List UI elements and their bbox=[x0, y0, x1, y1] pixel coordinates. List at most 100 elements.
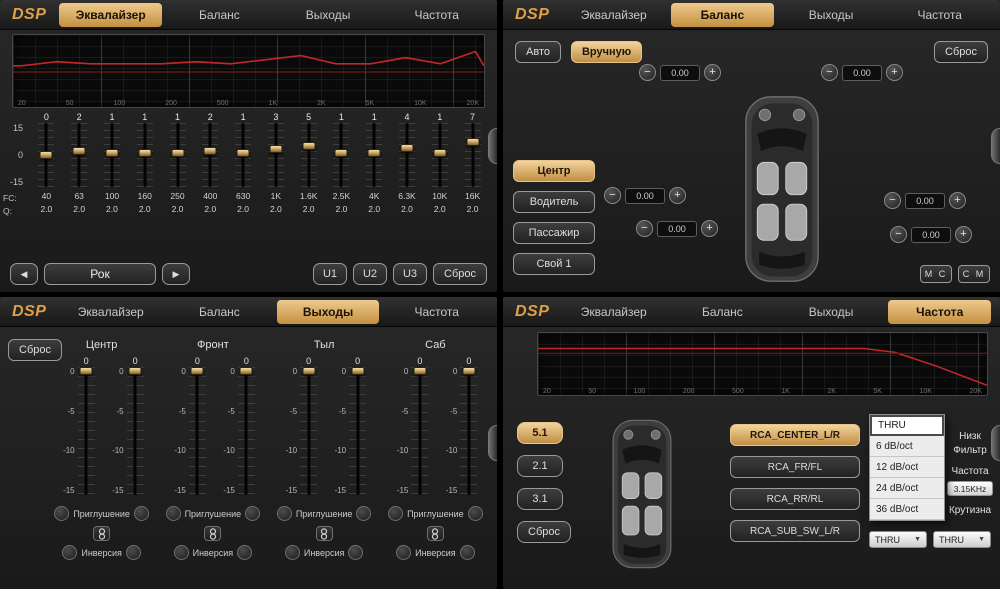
tab-frequency[interactable]: Частота bbox=[385, 300, 488, 324]
mc-button[interactable]: M C bbox=[920, 265, 952, 283]
mute-toggle-left[interactable] bbox=[388, 506, 403, 521]
manual-mode-button[interactable]: Вручную bbox=[571, 41, 642, 63]
invert-toggle-right[interactable] bbox=[126, 545, 141, 560]
invert-toggle-left[interactable] bbox=[285, 545, 300, 560]
eq-slider-knob[interactable] bbox=[73, 147, 86, 155]
link-channels-button[interactable] bbox=[93, 526, 110, 541]
eq-slider-knob[interactable] bbox=[40, 151, 53, 159]
tab-outputs[interactable]: Выходы bbox=[277, 3, 380, 27]
output-level-slider[interactable] bbox=[349, 367, 366, 495]
mute-toggle-left[interactable] bbox=[54, 506, 69, 521]
tab-equalizer[interactable]: Эквалайзер bbox=[59, 3, 162, 27]
tab-outputs[interactable]: Выходы bbox=[780, 300, 883, 324]
outputs-reset-button[interactable]: Сброс bbox=[8, 339, 62, 361]
tab-balance[interactable]: Баланс bbox=[671, 300, 774, 324]
increase-button[interactable]: + bbox=[949, 192, 966, 209]
slope-option[interactable]: 36 dB/oct bbox=[870, 499, 944, 520]
tab-frequency[interactable]: Частота bbox=[888, 3, 991, 27]
output-level-slider[interactable] bbox=[460, 367, 477, 495]
slope-option[interactable]: THRU bbox=[870, 415, 944, 436]
drawer-handle[interactable] bbox=[991, 425, 1000, 461]
slope-option[interactable]: 6 dB/oct bbox=[870, 436, 944, 457]
tab-balance[interactable]: Баланс bbox=[168, 300, 271, 324]
decrease-button[interactable]: − bbox=[884, 192, 901, 209]
invert-toggle-right[interactable] bbox=[237, 545, 252, 560]
mute-toggle-right[interactable] bbox=[468, 506, 483, 521]
user-preset-1-button[interactable]: U1 bbox=[313, 263, 347, 285]
eq-slider-knob[interactable] bbox=[105, 149, 118, 157]
invert-toggle-left[interactable] bbox=[62, 545, 77, 560]
tab-outputs[interactable]: Выходы bbox=[780, 3, 883, 27]
slope-option[interactable]: 12 dB/oct bbox=[870, 457, 944, 478]
eq-band-slider[interactable] bbox=[137, 123, 153, 187]
user-preset-3-button[interactable]: U3 bbox=[393, 263, 427, 285]
eq-band-slider[interactable] bbox=[104, 123, 120, 187]
position-passenger-button[interactable]: Пассажир bbox=[513, 222, 595, 244]
link-channels-button[interactable] bbox=[316, 526, 333, 541]
tab-outputs[interactable]: Выходы bbox=[277, 300, 380, 324]
mute-toggle-right[interactable] bbox=[134, 506, 149, 521]
eq-band-slider[interactable] bbox=[170, 123, 186, 187]
preset-display[interactable]: Рок bbox=[44, 263, 156, 285]
output-slider-knob[interactable] bbox=[129, 367, 142, 375]
output-level-slider[interactable] bbox=[411, 367, 428, 495]
auto-mode-button[interactable]: Авто bbox=[515, 41, 561, 63]
tab-equalizer[interactable]: Эквалайзер bbox=[59, 300, 162, 324]
eq-slider-knob[interactable] bbox=[171, 149, 184, 157]
eq-band-slider[interactable] bbox=[465, 123, 481, 187]
channel-button-3[interactable]: RCA_SUB_SW_L/R bbox=[730, 520, 860, 542]
position-driver-button[interactable]: Водитель bbox=[513, 191, 595, 213]
increase-button[interactable]: + bbox=[704, 64, 721, 81]
eq-slider-knob[interactable] bbox=[400, 144, 413, 152]
eq-band-slider[interactable] bbox=[71, 123, 87, 187]
mute-toggle-left[interactable] bbox=[166, 506, 181, 521]
channel-button-1[interactable]: RCA_FR/FL bbox=[730, 456, 860, 478]
output-slider-knob[interactable] bbox=[240, 367, 253, 375]
eq-band-slider[interactable] bbox=[38, 123, 54, 187]
decrease-button[interactable]: − bbox=[639, 64, 656, 81]
increase-button[interactable]: + bbox=[955, 226, 972, 243]
tab-frequency[interactable]: Частота bbox=[888, 300, 991, 324]
output-slider-knob[interactable] bbox=[462, 367, 475, 375]
decrease-button[interactable]: − bbox=[636, 220, 653, 237]
tab-equalizer[interactable]: Эквалайзер bbox=[562, 3, 665, 27]
mute-toggle-left[interactable] bbox=[277, 506, 292, 521]
drawer-handle[interactable] bbox=[991, 128, 1000, 164]
eq-slider-knob[interactable] bbox=[466, 138, 479, 146]
channel-button-2[interactable]: RCA_RR/RL bbox=[730, 488, 860, 510]
preset-next-button[interactable]: ▶ bbox=[162, 263, 190, 285]
eq-reset-button[interactable]: Сброс bbox=[433, 263, 487, 285]
eq-band-slider[interactable] bbox=[301, 123, 317, 187]
tab-equalizer[interactable]: Эквалайзер bbox=[562, 300, 665, 324]
frequency-reset-button[interactable]: Сброс bbox=[517, 521, 571, 543]
eq-slider-knob[interactable] bbox=[204, 147, 217, 155]
eq-band-slider[interactable] bbox=[432, 123, 448, 187]
increase-button[interactable]: + bbox=[886, 64, 903, 81]
output-level-slider[interactable] bbox=[78, 367, 95, 495]
invert-toggle-left[interactable] bbox=[174, 545, 189, 560]
eq-band-slider[interactable] bbox=[202, 123, 218, 187]
mode-3.1-button[interactable]: 3.1 bbox=[517, 488, 563, 510]
output-level-slider[interactable] bbox=[238, 367, 255, 495]
invert-toggle-left[interactable] bbox=[396, 545, 411, 560]
tab-balance[interactable]: Баланс bbox=[168, 3, 271, 27]
tab-frequency[interactable]: Частота bbox=[385, 3, 488, 27]
invert-toggle-right[interactable] bbox=[348, 545, 363, 560]
output-slider-knob[interactable] bbox=[80, 367, 93, 375]
eq-band-slider[interactable] bbox=[333, 123, 349, 187]
position-custom-1-button[interactable]: Свой 1 bbox=[513, 253, 595, 275]
output-level-slider[interactable] bbox=[127, 367, 144, 495]
eq-band-slider[interactable] bbox=[268, 123, 284, 187]
eq-slider-knob[interactable] bbox=[237, 149, 250, 157]
eq-slider-knob[interactable] bbox=[433, 149, 446, 157]
output-level-slider[interactable] bbox=[189, 367, 206, 495]
output-slider-knob[interactable] bbox=[351, 367, 364, 375]
eq-band-slider[interactable] bbox=[366, 123, 382, 187]
eq-band-slider[interactable] bbox=[399, 123, 415, 187]
eq-band-slider[interactable] bbox=[235, 123, 251, 187]
lpf-select[interactable]: THRU▼ bbox=[869, 531, 927, 548]
mute-toggle-right[interactable] bbox=[245, 506, 260, 521]
drawer-handle[interactable] bbox=[488, 425, 497, 461]
eq-slider-knob[interactable] bbox=[138, 149, 151, 157]
user-preset-2-button[interactable]: U2 bbox=[353, 263, 387, 285]
